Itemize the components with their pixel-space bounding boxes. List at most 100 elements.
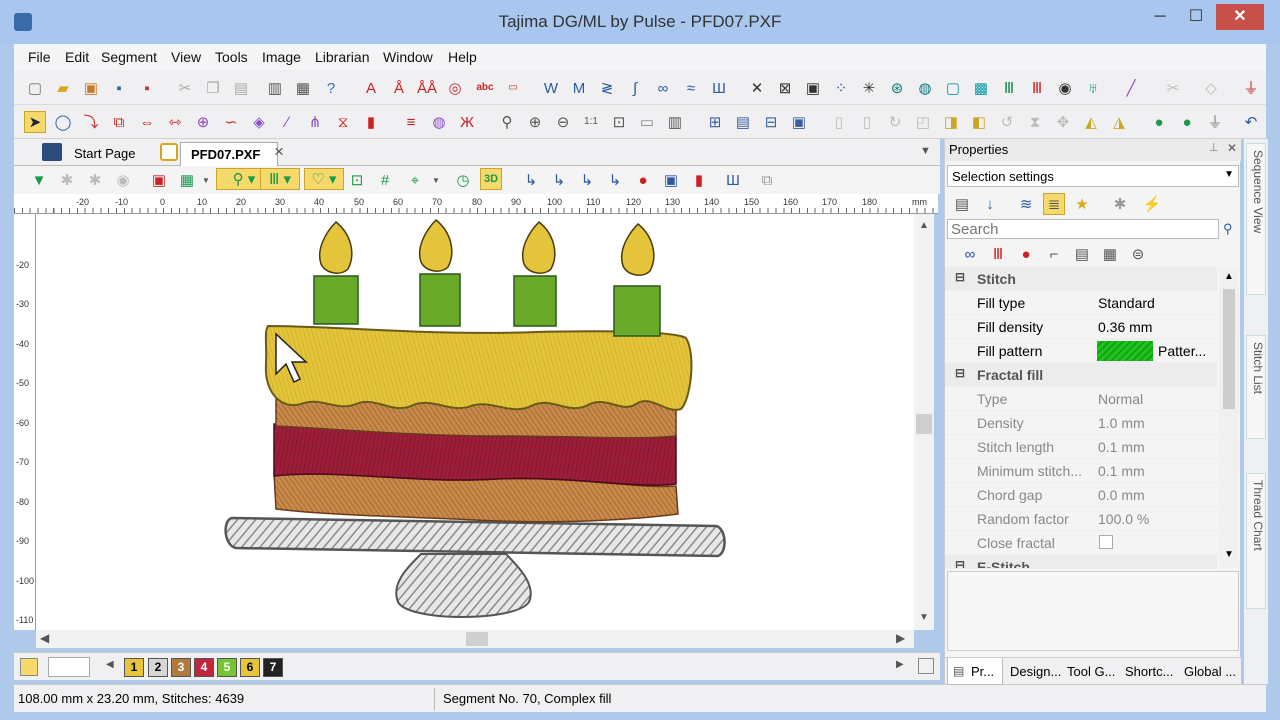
- scroll-down-icon[interactable]: ▼: [919, 612, 929, 623]
- tab-tool-groups[interactable]: Tool G...: [1067, 664, 1115, 679]
- guides-icon[interactable]: ⌖: [404, 169, 426, 191]
- grid-icon[interactable]: #: [374, 169, 396, 191]
- select-arrow-icon[interactable]: ➤: [24, 111, 46, 133]
- tool-b1-icon[interactable]: ⧉: [108, 111, 130, 133]
- filter-icon[interactable]: ▼: [28, 169, 50, 191]
- prop-filter-2-icon[interactable]: Ⅲ: [987, 243, 1009, 265]
- tab-thread-chart[interactable]: Thread Chart: [1246, 473, 1266, 609]
- stitch-tool-7-icon[interactable]: Ш: [708, 77, 730, 99]
- properties-scrollbar[interactable]: ▲ ▼: [1219, 267, 1239, 567]
- menu-edit[interactable]: Edit: [65, 49, 89, 65]
- stitch-tool-6-icon[interactable]: ≈: [680, 77, 702, 99]
- save-icon[interactable]: ▪: [108, 77, 130, 99]
- tool-b5-icon[interactable]: ∽: [220, 111, 242, 133]
- move-icon[interactable]: ✥: [1052, 111, 1074, 133]
- stitch-tool-4-icon[interactable]: ∫: [624, 77, 646, 99]
- tab-dropdown-icon[interactable]: ▼: [920, 145, 931, 157]
- tool-b10-icon[interactable]: ▮: [360, 111, 382, 133]
- tool-box-icon[interactable]: ▢: [942, 77, 964, 99]
- align-b3-icon[interactable]: ◰: [912, 111, 934, 133]
- step-color-icon[interactable]: ▣: [660, 169, 682, 191]
- menu-help[interactable]: Help: [448, 49, 477, 65]
- zoom-width-icon[interactable]: ▥: [664, 111, 686, 133]
- stitch-tool-3-icon[interactable]: ≷: [596, 77, 618, 99]
- properties-search-input[interactable]: [947, 219, 1219, 239]
- color-chip-5[interactable]: 5: [217, 658, 237, 677]
- color-chip-3[interactable]: 3: [171, 658, 191, 677]
- scissors-icon[interactable]: ✂: [1162, 77, 1184, 99]
- horizontal-scroll-thumb[interactable]: [466, 632, 488, 646]
- prop-filter-6-icon[interactable]: ▦: [1099, 243, 1121, 265]
- close-button[interactable]: ✕: [1216, 4, 1264, 30]
- menu-librarian[interactable]: Librarian: [315, 49, 369, 65]
- grid-view-icon[interactable]: ▦: [176, 169, 198, 191]
- circle-text-icon[interactable]: ◎: [444, 77, 466, 99]
- copy-icon[interactable]: ❐: [202, 77, 224, 99]
- undo-icon[interactable]: ↶: [1240, 111, 1262, 133]
- properties-close-icon[interactable]: ✕: [1227, 141, 1237, 155]
- tool-b9-icon[interactable]: ⧖: [332, 111, 354, 133]
- tool-red-icon[interactable]: Ⅲ: [1026, 77, 1048, 99]
- wheel-icon[interactable]: ⊛: [886, 77, 908, 99]
- scroll-up-icon[interactable]: ▲: [919, 220, 929, 231]
- lattice-icon[interactable]: ⊠: [774, 77, 796, 99]
- color-chip-1[interactable]: 1: [124, 658, 144, 677]
- properties-scroll-thumb[interactable]: [1223, 289, 1235, 409]
- sort-az-icon[interactable]: ↓: [979, 193, 1001, 215]
- reshape-icon[interactable]: ⤵: [80, 111, 102, 133]
- dots-icon[interactable]: ⁘: [830, 77, 852, 99]
- prop-filter-1-icon[interactable]: ∞: [959, 243, 981, 265]
- machine-icon[interactable]: ⏚: [1240, 77, 1262, 99]
- align-b2-icon[interactable]: ▯: [856, 111, 878, 133]
- tab-properties[interactable]: Pr...: [971, 664, 994, 679]
- green-b1-icon[interactable]: ●: [1148, 111, 1170, 133]
- machine-b3-icon[interactable]: ⊟: [760, 111, 782, 133]
- prop-chord-gap[interactable]: Chord gap 0.0 mm: [945, 483, 1217, 507]
- view-b2-icon[interactable]: ✱: [84, 169, 106, 191]
- tool-b8-icon[interactable]: ⋔: [304, 111, 326, 133]
- names-icon[interactable]: ÅÅ: [416, 77, 438, 99]
- grid-dropdown-icon[interactable]: ▼: [202, 176, 210, 185]
- prop-close-fractal[interactable]: Close fractal: [945, 531, 1217, 555]
- pen-icon[interactable]: ╱: [1120, 77, 1142, 99]
- zoom-in-icon[interactable]: ⊕: [524, 111, 546, 133]
- new-file-icon[interactable]: ▢: [24, 77, 46, 99]
- zoom-out-icon[interactable]: ⊖: [552, 111, 574, 133]
- tab-sequence-view[interactable]: Sequence View: [1246, 143, 1266, 295]
- flip-icon[interactable]: ⧗: [1024, 111, 1046, 133]
- stitch-tool-5-icon[interactable]: ∞: [652, 77, 674, 99]
- color-settings-icon[interactable]: [918, 658, 934, 674]
- vertical-scroll-thumb[interactable]: [916, 414, 932, 434]
- color-input[interactable]: [48, 657, 90, 677]
- machine-b2-icon[interactable]: ▤: [732, 111, 754, 133]
- star-burst-icon[interactable]: ✳: [858, 77, 880, 99]
- align-b7-icon[interactable]: ◮: [1108, 111, 1130, 133]
- selection-settings-select[interactable]: Selection settings ▼: [947, 165, 1239, 187]
- tab-shortcuts[interactable]: Shortc...: [1125, 664, 1173, 679]
- menu-image[interactable]: Image: [262, 49, 301, 65]
- favorites-icon[interactable]: ★: [1071, 193, 1093, 215]
- category-stitch[interactable]: ⊟ Stitch: [945, 267, 1217, 291]
- machine-b4-icon[interactable]: ▣: [788, 111, 810, 133]
- pin-icon[interactable]: ⊥: [1209, 141, 1219, 154]
- category-fractal-fill[interactable]: ⊟ Fractal fill: [945, 363, 1217, 387]
- hoop-icon[interactable]: ⊡: [346, 169, 368, 191]
- scroll-right-icon[interactable]: ▶: [896, 631, 905, 645]
- lasso-icon[interactable]: ◯: [52, 111, 74, 133]
- stitch-player-icon[interactable]: Ш: [722, 169, 744, 191]
- tool-b4-icon[interactable]: ⊕: [192, 111, 214, 133]
- undo-rotate-icon[interactable]: ↺: [996, 111, 1018, 133]
- scroll-left-icon[interactable]: ◀: [40, 631, 49, 645]
- step-10-icon[interactable]: ↳: [548, 169, 570, 191]
- categorized-icon[interactable]: ▤: [951, 193, 973, 215]
- menu-tools[interactable]: Tools: [215, 49, 248, 65]
- tool-grid-icon[interactable]: Ⅲ: [998, 77, 1020, 99]
- align-b4-icon[interactable]: ◨: [940, 111, 962, 133]
- step-1-icon[interactable]: ↳: [520, 169, 542, 191]
- scroll-down-icon[interactable]: ▼: [1224, 549, 1234, 560]
- print-preview-icon[interactable]: ▦: [292, 77, 314, 99]
- scroll-up-icon[interactable]: ▲: [1224, 271, 1234, 282]
- prop-filter-3-icon[interactable]: ●: [1015, 243, 1037, 265]
- prop-filter-4-icon[interactable]: ⌐: [1043, 243, 1065, 265]
- eraser-icon[interactable]: ◇: [1200, 77, 1222, 99]
